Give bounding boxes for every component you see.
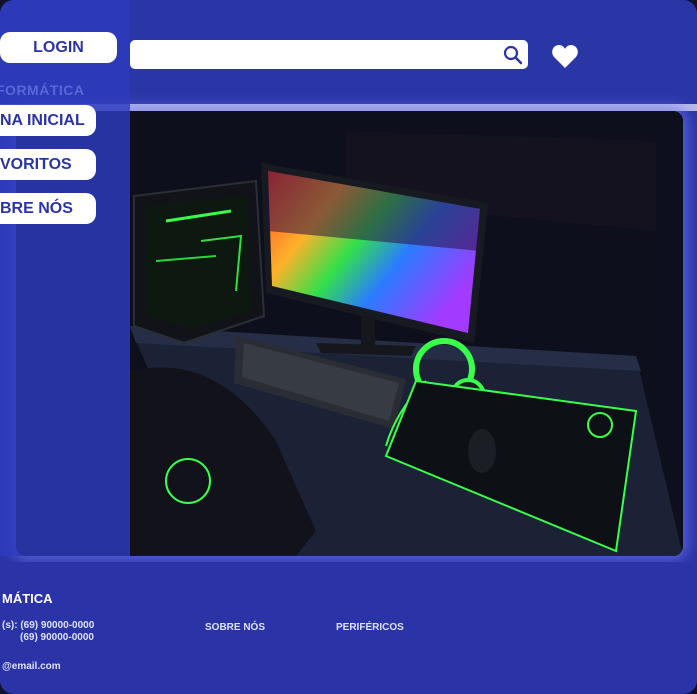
footer-email[interactable]: @email.com xyxy=(2,661,61,672)
side-nav-panel: LOGIN FORMÁTICA NA INICIAL VORITOS BRE N… xyxy=(0,0,130,556)
search-icon[interactable] xyxy=(503,45,523,65)
footer-brand: MÁTICA xyxy=(2,591,53,606)
footer-link-peripherals[interactable]: PERIFÉRICOS xyxy=(336,622,404,633)
footer-link-about[interactable]: SOBRE NÓS xyxy=(205,622,265,633)
nav-about[interactable]: BRE NÓS xyxy=(0,193,96,224)
brand-label: FORMÁTICA xyxy=(0,82,85,98)
footer: MÁTICA (s): (69) 90000-0000 (69) 90000-0… xyxy=(0,562,697,694)
heart-icon[interactable] xyxy=(551,44,579,69)
footer-phone-2: (69) 90000-0000 xyxy=(20,632,94,643)
footer-phone: (s): (69) 90000-0000 xyxy=(2,620,95,631)
search-input[interactable] xyxy=(130,40,528,69)
nav-home[interactable]: NA INICIAL xyxy=(0,105,96,136)
login-button[interactable]: LOGIN xyxy=(0,32,117,63)
app-frame: LOGIN FORMÁTICA NA INICIAL VORITOS BRE N… xyxy=(0,0,697,694)
nav-favorites[interactable]: VORITOS xyxy=(0,149,96,180)
